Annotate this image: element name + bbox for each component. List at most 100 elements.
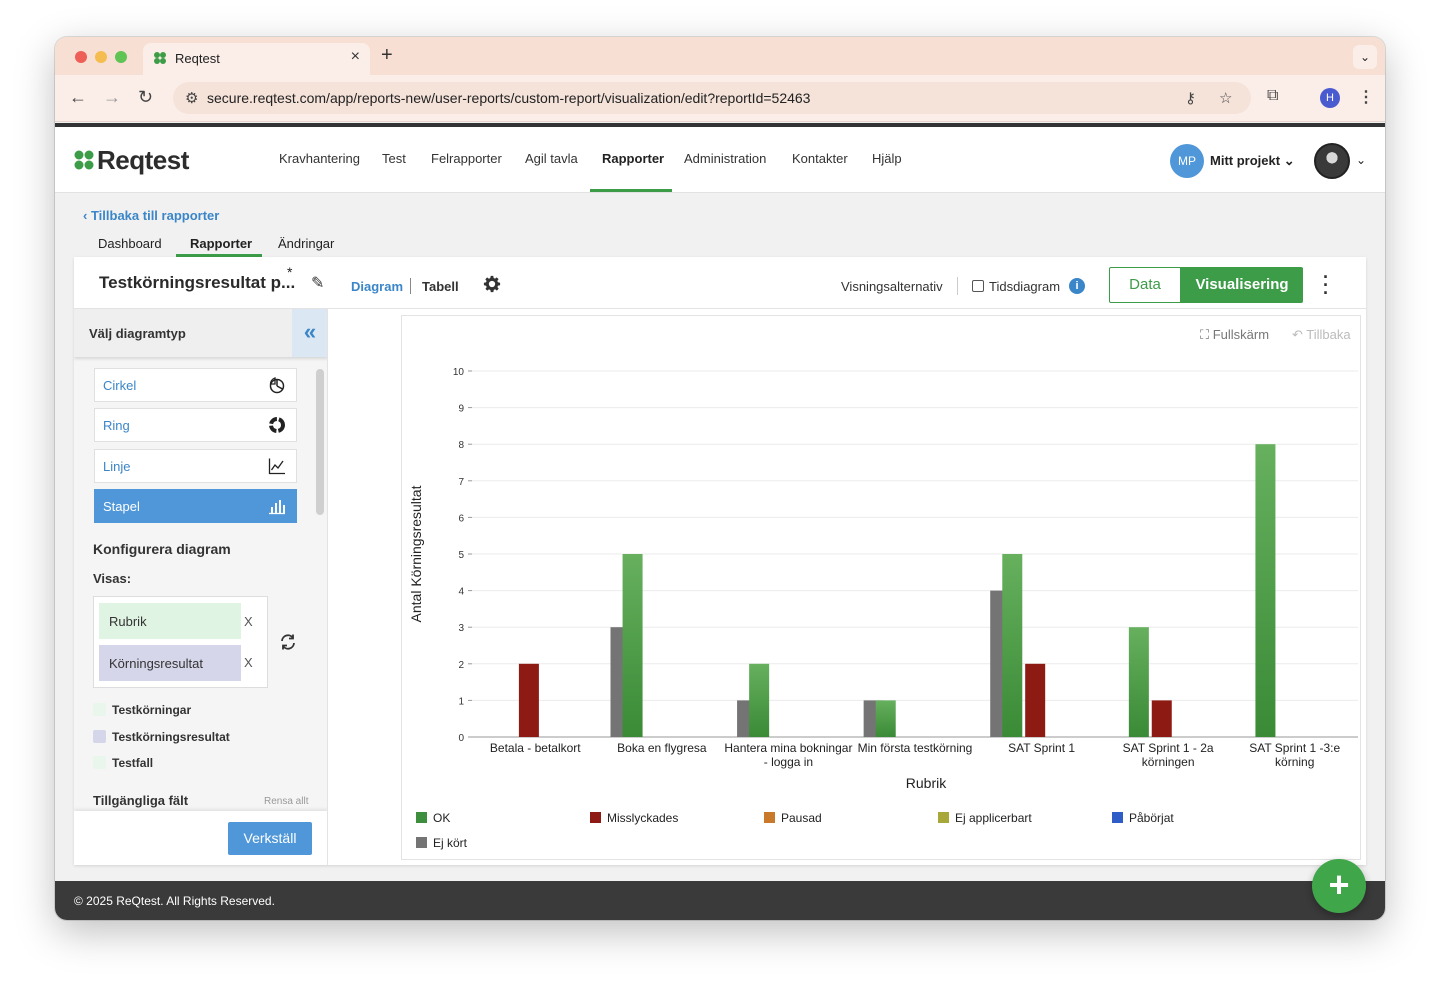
bar <box>1002 554 1023 737</box>
add-fab-button[interactable]: + <box>1312 859 1366 913</box>
visualization-button[interactable]: Visualisering <box>1181 267 1303 303</box>
nav-felrapporter[interactable]: Felrapporter <box>431 151 502 166</box>
clear-all-link[interactable]: Rensa allt <box>264 796 308 807</box>
chart-back-button[interactable]: ↶ Tillbaka <box>1292 327 1351 343</box>
new-tab-icon[interactable]: + <box>381 44 393 67</box>
time-diagram-label[interactable]: Tidsdiagram <box>989 279 1060 294</box>
back-arrow-icon[interactable]: ← <box>69 87 87 108</box>
x-tick-label: Hantera mina bokningar <box>724 741 852 755</box>
bar <box>1128 627 1149 737</box>
nav-hjalp[interactable]: Hjälp <box>872 151 902 166</box>
y-tick-label: 5 <box>458 550 464 561</box>
shown-label: Visas: <box>93 571 132 586</box>
extensions-icon[interactable]: ⧉ <box>1267 87 1278 105</box>
legend-label: Testfall <box>112 756 154 770</box>
remove-field-icon[interactable]: X <box>244 655 253 670</box>
x-tick-label: körningen <box>1142 755 1195 769</box>
legend-swatch <box>93 756 106 769</box>
nav-rapporter[interactable]: Rapporter <box>602 151 664 166</box>
chart-type-label: Cirkel <box>103 378 137 393</box>
view-diagram-tab[interactable]: Diagram <box>351 279 403 294</box>
forward-arrow-icon[interactable]: → <box>103 87 121 108</box>
remove-field-icon[interactable]: X <box>244 614 253 629</box>
copyright-text: © 2025 ReQtest. All Rights Reserved. <box>74 894 275 908</box>
legend-swatch <box>416 837 427 848</box>
view-divider <box>410 278 411 294</box>
nav-test[interactable]: Test <box>382 151 406 166</box>
shown-field-label: Rubrik <box>109 614 147 629</box>
password-key-icon[interactable]: ⚷ <box>1185 89 1196 107</box>
subtab-rapporter[interactable]: Rapporter <box>190 236 252 251</box>
tab-close-icon[interactable]: × <box>351 48 360 66</box>
user-avatar[interactable] <box>1314 143 1350 179</box>
chart-type-bar[interactable]: Stapel <box>94 489 297 523</box>
data-button[interactable]: Data <box>1109 267 1181 303</box>
bar <box>1151 700 1172 737</box>
x-tick-label: SAT Sprint 1 -3:e <box>1249 741 1340 755</box>
fullscreen-button[interactable]: ⛶ Fullskärm <box>1200 327 1269 343</box>
bar-chart: 0 1 2 3 4 5 6 7 8 9 10 Antal Körningsresultat Betala… <box>408 367 1385 850</box>
legend-label: Påbörjat <box>1129 811 1174 825</box>
bar <box>1255 444 1276 737</box>
time-diagram-checkbox[interactable] <box>972 280 984 292</box>
apply-button[interactable]: Verkställ <box>228 822 312 855</box>
logo-text: Reqtest <box>97 145 189 175</box>
collapse-panel-icon[interactable]: « <box>292 309 327 357</box>
user-menu-chevron-down-icon[interactable]: ⌄ <box>1356 153 1366 167</box>
line-chart-icon <box>268 458 285 475</box>
panel-scrollbar[interactable] <box>316 369 324 515</box>
x-axis-label: Rubrik <box>906 775 947 791</box>
shown-field-chip[interactable]: Rubrik <box>99 603 241 639</box>
panel-header: Välj diagramtyp « <box>74 309 327 357</box>
view-table-tab[interactable]: Tabell <box>422 279 459 294</box>
active-nav-indicator <box>590 189 672 192</box>
bookmark-star-icon[interactable]: ☆ <box>1219 89 1232 107</box>
shown-field-chip[interactable]: Körningsresultat <box>99 645 241 681</box>
nav-kontakter[interactable]: Kontakter <box>792 151 848 166</box>
nav-kravhantering[interactable]: Kravhantering <box>279 151 360 166</box>
zoom-window-button[interactable] <box>115 51 127 63</box>
browser-toolbar: ← → ↻ ⚙ secure.reqtest.com/app/reports-n… <box>55 75 1385 122</box>
tab-title: Reqtest <box>175 51 220 66</box>
close-window-button[interactable] <box>75 51 87 63</box>
bar <box>1025 663 1046 737</box>
project-selector[interactable]: Mitt projekt ⌄ <box>1210 153 1295 169</box>
panel-footer: Verkställ <box>74 811 327 865</box>
url-text[interactable]: secure.reqtest.com/app/reports-new/user-… <box>207 90 810 106</box>
chart-type-donut[interactable]: Ring <box>94 408 297 442</box>
info-icon[interactable]: i <box>1069 278 1085 294</box>
y-tick-label: 10 <box>453 367 465 378</box>
chart-type-line[interactable]: Linje <box>94 449 297 483</box>
display-options[interactable]: Visningsalternativ <box>841 279 943 294</box>
y-tick-label: 0 <box>458 733 464 744</box>
fullscreen-label: Fullskärm <box>1212 327 1270 342</box>
chart-type-pie[interactable]: Cirkel <box>94 368 297 402</box>
legend-swatch <box>416 812 427 823</box>
subtab-dashboard[interactable]: Dashboard <box>98 236 162 251</box>
tab-search-icon[interactable]: ⌄ <box>1353 45 1377 69</box>
nav-agil-tavla[interactable]: Agil tavla <box>525 151 578 166</box>
reload-icon[interactable]: ↻ <box>138 87 153 108</box>
minimize-window-button[interactable] <box>95 51 107 63</box>
subtab-andringar[interactable]: Ändringar <box>278 236 334 251</box>
legend-swatch <box>93 730 106 743</box>
project-avatar[interactable]: MP <box>1170 144 1204 178</box>
legend-label: OK <box>433 811 450 825</box>
browser-menu-icon[interactable]: ⋮ <box>1358 87 1374 107</box>
gear-icon[interactable] <box>483 275 501 293</box>
reqtest-logo[interactable]: Reqtest <box>73 145 189 176</box>
options-divider <box>957 277 958 295</box>
browser-profile-avatar[interactable]: H <box>1320 88 1340 108</box>
swap-refresh-icon[interactable] <box>279 633 297 651</box>
y-tick-label: 2 <box>458 660 464 671</box>
chart-config-panel: Välj diagramtyp « Cirkel Ring Linje Stap… <box>74 309 328 865</box>
donut-icon <box>269 417 285 433</box>
site-settings-icon[interactable]: ⚙ <box>185 89 198 107</box>
browser-tab[interactable]: Reqtest × <box>143 43 370 75</box>
back-to-reports-link[interactable]: ‹ Tillbaka till rapporter <box>83 208 219 223</box>
address-bar[interactable]: ⚙ secure.reqtest.com/app/reports-new/use… <box>173 82 1251 114</box>
nav-administration[interactable]: Administration <box>684 151 766 166</box>
legend-label: Testkörningar <box>112 703 192 717</box>
more-options-icon[interactable]: · · · <box>1323 268 1329 302</box>
edit-pencil-icon[interactable]: ✎ <box>311 273 324 293</box>
